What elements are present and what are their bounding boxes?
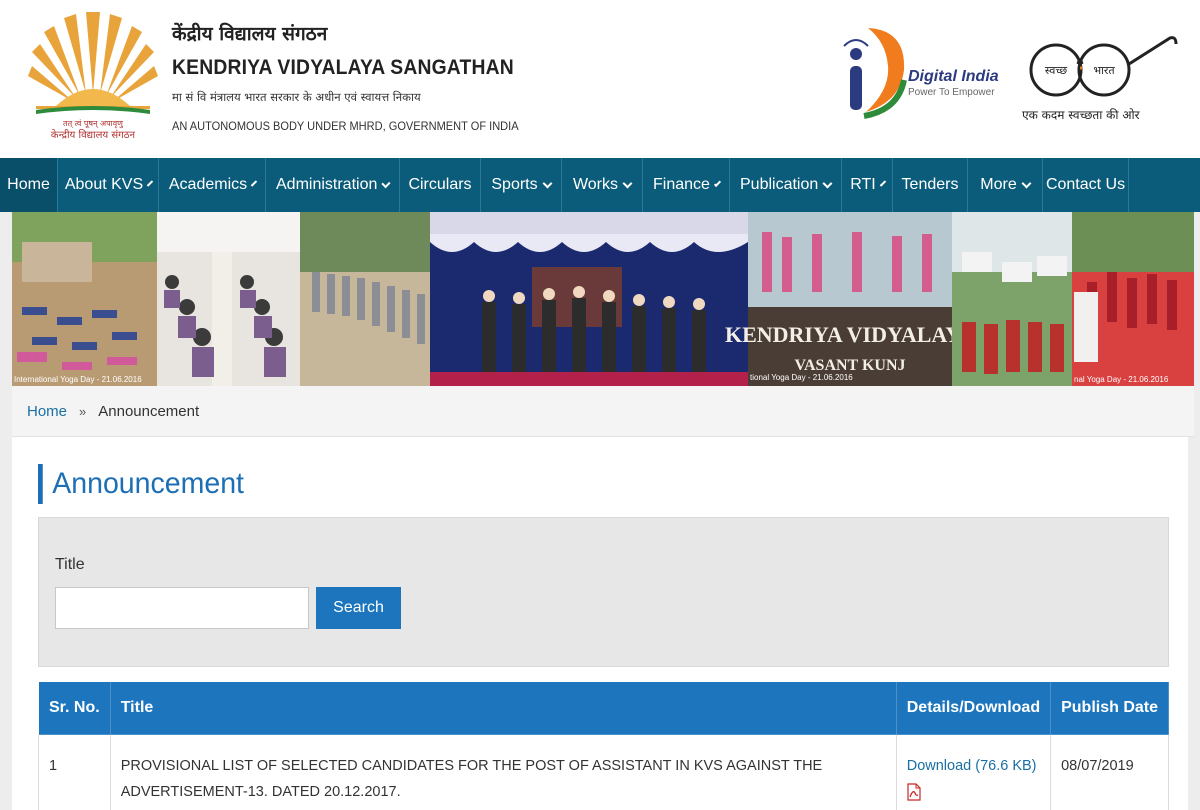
nav-item-about-kvs[interactable]: About KVS	[58, 158, 159, 212]
school-sign-line2: VASANT KUNJ	[795, 357, 906, 374]
school-sign-line1: KENDRIYA VIDYALAYA	[725, 322, 975, 347]
digital-india-title: Digital India	[908, 68, 999, 85]
chevron-down-icon	[879, 179, 886, 187]
nav-item-more[interactable]: More	[968, 158, 1043, 212]
main-nav: Home About KVS Academics Administration Circ…	[0, 158, 1200, 212]
chevron-down-icon	[713, 179, 722, 187]
logo-caption: केन्द्रीय विद्यालय संगठन	[51, 129, 136, 141]
bharat-text: भारत	[1093, 64, 1115, 77]
nav-item-label: More	[980, 176, 1017, 193]
gandhi-glasses-icon: स्वच्छ भारत	[1029, 36, 1178, 97]
nav-item-label: Tenders	[901, 176, 959, 193]
org-name-hindi: केंद्रीय विद्यालय संगठन	[172, 23, 328, 45]
nav-item-label: Works	[572, 176, 619, 193]
page: तत् त्वं पूषन् अपावृणु केन्द्रीय विद्याल…	[0, 0, 1200, 810]
breadcrumb: Home » Announcement	[12, 386, 1194, 437]
title-filter-label: Title	[55, 556, 85, 573]
banner-caption-left: International Yoga Day - 21.06.2016	[14, 375, 142, 384]
table-row: 1 PROVISIONAL LIST OF SELECTED CANDIDATE…	[38, 734, 1169, 810]
org-subtitle-english: AN AUTONOMOUS BODY UNDER MHRD, GOVERNMEN…	[172, 119, 519, 133]
chevron-down-icon	[146, 179, 154, 187]
chevron-down-icon	[822, 178, 833, 188]
swachh-caption: एक कदम स्वच्छता की ओर	[1022, 108, 1140, 122]
digital-india-logo[interactable]: Digital India Power To Empower	[838, 20, 999, 120]
download-link[interactable]: Download (76.6 KB)	[907, 758, 1037, 774]
nav-item-home[interactable]: Home	[0, 158, 58, 212]
breadcrumb-separator: »	[79, 403, 87, 419]
search-filter-panel: Title Search	[38, 517, 1169, 667]
row-title: PROVISIONAL LIST OF SELECTED CANDIDATES …	[109, 734, 897, 810]
site-header: तत् त्वं पूषन् अपावृणु केन्द्रीय विद्याल…	[0, 0, 1200, 158]
kvs-logo[interactable]: तत् त्वं पूषन् अपावृणु केन्द्रीय विद्याल…	[26, 2, 160, 142]
logo-motto: तत् त्वं पूषन् अपावृणु	[63, 119, 124, 129]
chevron-down-icon	[1021, 178, 1032, 188]
nav-item-administration[interactable]: Administration	[266, 158, 400, 212]
nav-item-sports[interactable]: Sports	[481, 158, 562, 212]
header-publish-date: Publish Date	[1050, 681, 1169, 735]
breadcrumb-current: Announcement	[98, 402, 200, 420]
row-sr-no: 1	[38, 734, 111, 810]
org-name-block: केंद्रीय विद्यालय संगठन KENDRIYA VIDYALA…	[172, 20, 549, 133]
nav-item-label: Contact Us	[1045, 176, 1126, 193]
org-name-english: KENDRIYA VIDYALAYA SANGATHAN	[172, 56, 514, 79]
banner-caption-mid: tional Yoga Day - 21.06.2016	[750, 373, 853, 382]
row-download-cell: Download (76.6 KB)	[895, 734, 1052, 810]
nav-item-tenders[interactable]: Tenders	[893, 158, 968, 212]
nav-item-publication[interactable]: Publication	[730, 158, 842, 212]
nav-item-contact-us[interactable]: Contact Us	[1043, 158, 1129, 212]
nav-item-label: Finance	[653, 176, 710, 193]
chevron-down-icon	[250, 179, 258, 187]
org-subtitle-hindi: मा सं वि मंत्रालय भारत सरकार के अधीन एवं…	[172, 90, 421, 104]
digital-india-tagline: Power To Empower	[908, 87, 995, 98]
swachh-bharat-logo[interactable]: स्वच्छ भारत एक कदम स्वच्छता की ओर	[1020, 30, 1180, 130]
nav-item-label: About KVS	[64, 176, 144, 193]
title-search-input[interactable]	[55, 587, 309, 629]
header-title: Title	[109, 681, 897, 735]
header-sr-no: Sr. No.	[38, 681, 111, 735]
nav-item-label: Publication	[740, 176, 819, 193]
banner-collage: International Yoga Day - 21.06.2016 KEND…	[12, 212, 1194, 386]
row-publish-date: 08/07/2019	[1050, 734, 1169, 810]
table-header-row: Sr. No. Title Details/Download Publish D…	[38, 681, 1169, 735]
banner-caption-right: nal Yoga Day - 21.06.2016	[1074, 375, 1169, 384]
nav-item-label: Sports	[491, 176, 538, 193]
nav-item-rti[interactable]: RTI	[842, 158, 893, 212]
chevron-down-icon	[622, 178, 633, 188]
header-details-download: Details/Download	[895, 681, 1052, 735]
nav-item-label: RTI	[850, 176, 876, 193]
nav-item-label: Circulars	[408, 176, 472, 193]
pdf-icon[interactable]	[907, 783, 921, 801]
nav-item-circulars[interactable]: Circulars	[400, 158, 481, 212]
chevron-down-icon	[542, 178, 553, 188]
nav-item-finance[interactable]: Finance	[643, 158, 730, 212]
chevron-down-icon	[381, 178, 391, 188]
nav-item-academics[interactable]: Academics	[159, 158, 266, 212]
nav-item-label: Administration	[276, 176, 378, 193]
announcement-table: Sr. No. Title Details/Download Publish D…	[38, 681, 1169, 810]
nav-item-label: Home	[7, 176, 50, 193]
banner-image: International Yoga Day - 21.06.2016 KEND…	[12, 212, 1194, 386]
search-button[interactable]: Search	[316, 587, 401, 629]
digital-india-icon	[843, 28, 907, 119]
page-title: Announcement	[38, 464, 244, 504]
nav-item-works[interactable]: Works	[562, 158, 643, 212]
swachh-text: स्वच्छ	[1045, 64, 1067, 77]
nav-item-label: Academics	[168, 176, 248, 193]
breadcrumb-home-link[interactable]: Home	[27, 403, 67, 420]
